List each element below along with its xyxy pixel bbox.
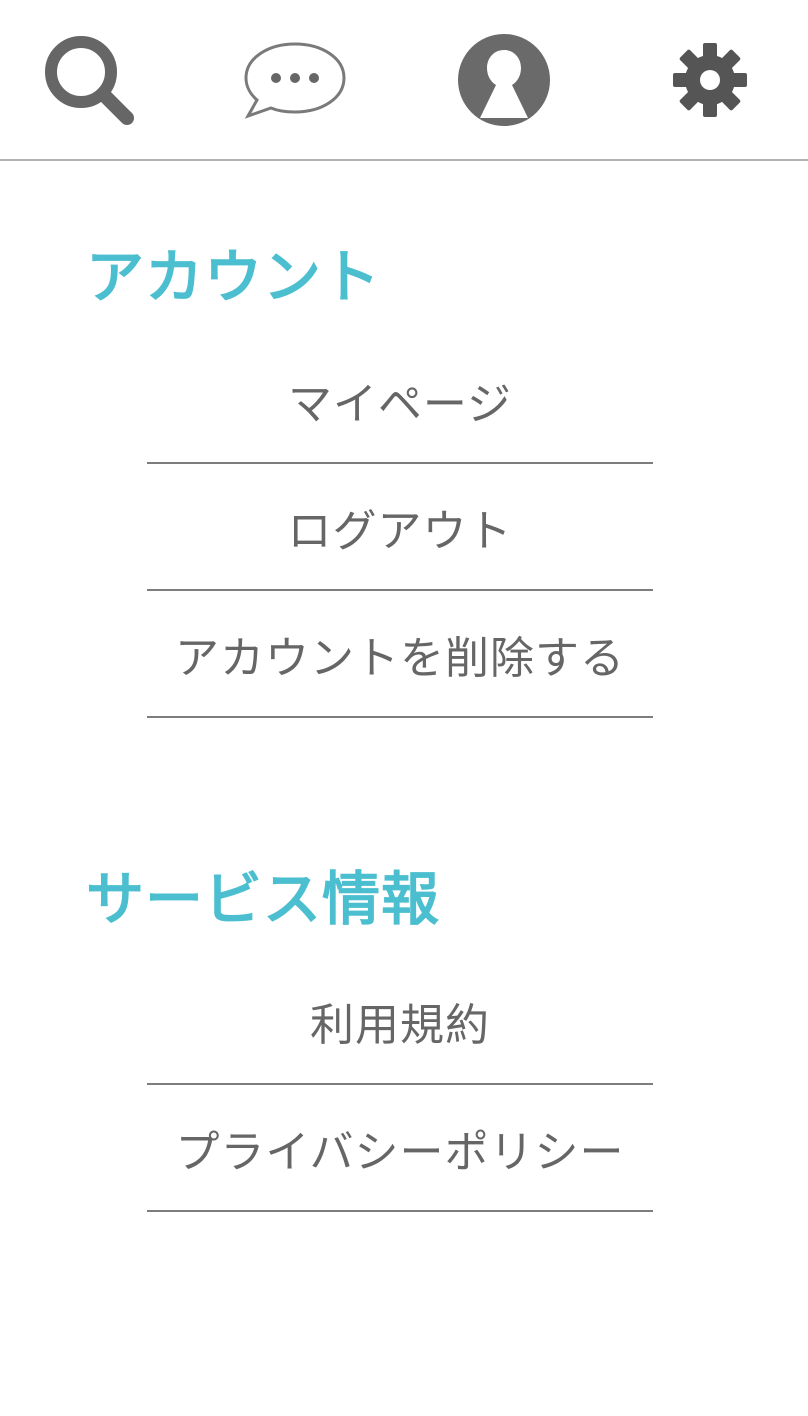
- menu-item-privacy-policy[interactable]: プライバシーポリシー: [147, 1085, 653, 1212]
- search-icon: [45, 36, 134, 125]
- menu-item-my-page[interactable]: マイページ: [147, 337, 653, 464]
- nav-account-button[interactable]: [449, 28, 559, 132]
- account-section-title: アカウント: [86, 243, 382, 311]
- nav-settings-button[interactable]: [655, 28, 765, 132]
- menu-item-logout[interactable]: ログアウト: [147, 464, 653, 591]
- service-info-menu-list: 利用規約 プライバシーポリシー: [147, 958, 653, 1212]
- nav-search-button[interactable]: [34, 28, 144, 132]
- gear-icon: [673, 43, 747, 117]
- settings-menu-screen: アカウント マイページ ログアウト アカウントを削除する サービス情報 利用規約…: [0, 0, 808, 1416]
- account-menu-list: マイページ ログアウト アカウントを削除する: [147, 337, 653, 718]
- chat-bubble-icon: [244, 42, 346, 119]
- nav-messages-button[interactable]: [240, 28, 350, 132]
- user-avatar-icon: [458, 34, 550, 126]
- menu-item-delete-account[interactable]: アカウントを削除する: [147, 591, 653, 718]
- top-nav-bar: [0, 0, 808, 161]
- menu-item-terms-of-service[interactable]: 利用規約: [147, 958, 653, 1085]
- service-info-section-title: サービス情報: [86, 865, 441, 933]
